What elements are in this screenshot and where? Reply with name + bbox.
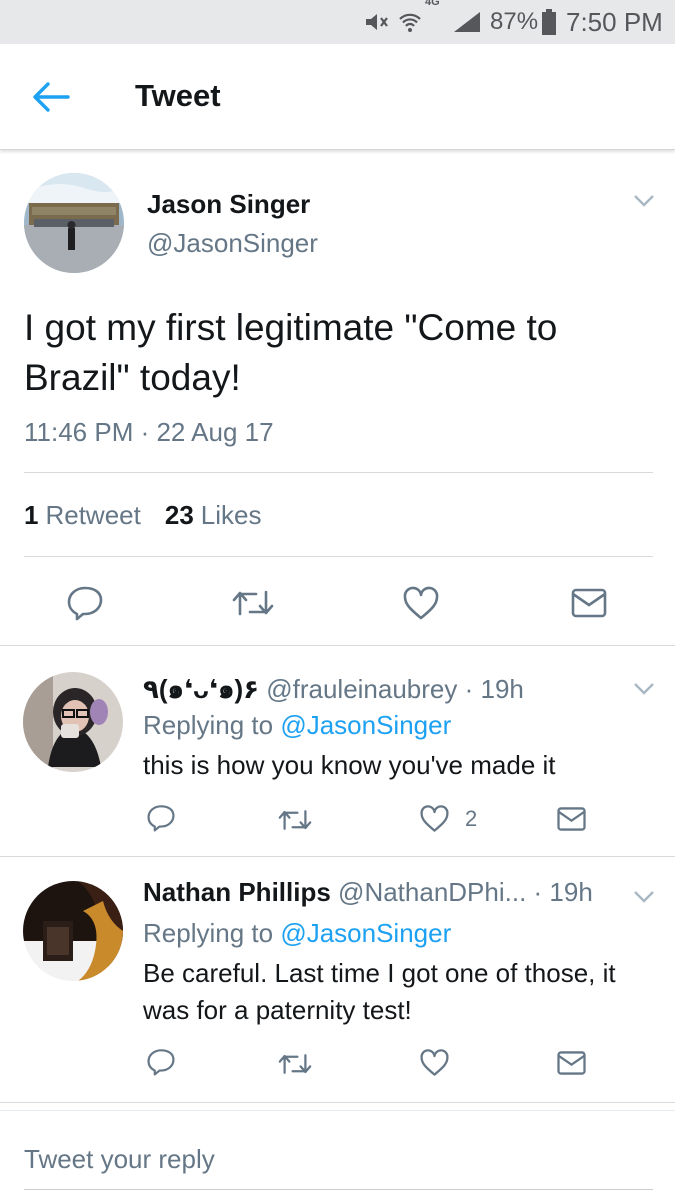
arrow-left-icon[interactable] — [30, 80, 74, 114]
chevron-down-icon[interactable] — [633, 682, 657, 698]
mention-link[interactable]: @JasonSinger — [280, 710, 451, 740]
wifi-icon — [398, 0, 422, 44]
mention-link[interactable]: @JasonSinger — [280, 918, 451, 948]
compose-placeholder: Tweet your reply — [24, 1144, 215, 1174]
retweet-icon[interactable] — [277, 808, 313, 837]
battery-icon — [542, 0, 556, 44]
chevron-down-icon[interactable] — [633, 890, 657, 906]
retweet-stat[interactable]: 1 Retweet — [24, 500, 141, 531]
avatar[interactable] — [23, 672, 123, 772]
avatar[interactable] — [23, 881, 123, 981]
like-label: Likes — [200, 500, 262, 530]
like-icon[interactable] — [419, 804, 450, 838]
like-icon[interactable] — [419, 1048, 450, 1082]
retweet-icon[interactable] — [231, 588, 275, 623]
divider — [0, 856, 675, 857]
replying-label: Replying to — [143, 918, 274, 948]
avatar[interactable] — [24, 173, 124, 273]
divider — [0, 1110, 675, 1111]
reply-author-handle[interactable]: @NathanDPhi... — [338, 877, 526, 907]
author-handle[interactable]: @JasonSinger — [147, 228, 318, 259]
message-icon[interactable] — [556, 1050, 587, 1081]
page-title: Tweet — [135, 78, 221, 113]
replying-to: Replying to @JasonSinger — [143, 918, 451, 949]
mute-icon — [363, 0, 389, 44]
retweet-icon[interactable] — [277, 1052, 313, 1081]
divider — [24, 472, 653, 473]
reply-icon[interactable] — [146, 1048, 176, 1081]
reply-compose-input[interactable]: Tweet your reply — [24, 1138, 653, 1190]
battery-percent: 87% — [490, 8, 539, 35]
divider — [0, 645, 675, 646]
tweet-text: I got my first legitimate "Come to Brazi… — [24, 307, 558, 398]
reply-like-count: 2 — [465, 806, 478, 831]
app-header: Tweet — [0, 44, 675, 150]
reply-author-handle[interactable]: @frauleinaubrey — [266, 674, 457, 704]
message-icon[interactable] — [556, 806, 587, 837]
reply-timestamp: · 19h — [464, 674, 524, 704]
reply-header: Nathan Phillips @NathanDPhi... · 19h — [143, 877, 593, 908]
status-bar: 4G 87% 7:50 PM — [0, 0, 675, 44]
reply-author-name[interactable]: Nathan Phillips — [143, 877, 331, 907]
clock: 7:50 PM — [566, 6, 663, 37]
replying-to: Replying to @JasonSinger — [143, 710, 451, 741]
like-count: 23 — [164, 500, 194, 530]
reply-author-name[interactable]: ٩(๑❛ᴗ❛๑)۶ — [143, 674, 259, 704]
tweet-timestamp: 11:46 PM · 22 Aug 17 — [24, 417, 274, 447]
divider — [0, 1102, 675, 1103]
tweet-stats: 1 Retweet 23 Likes — [24, 500, 261, 531]
reply-header: ٩(๑❛ᴗ❛๑)۶ @frauleinaubrey · 19h — [143, 669, 524, 710]
author-name[interactable]: Jason Singer — [147, 189, 310, 220]
like-icon[interactable] — [402, 585, 440, 626]
reply-timestamp: · 19h — [533, 877, 593, 907]
signal-icon — [452, 0, 482, 44]
retweet-label: Retweet — [45, 500, 141, 530]
retweet-count: 1 — [24, 500, 39, 530]
replying-label: Replying to — [143, 710, 274, 740]
message-icon[interactable] — [570, 587, 608, 624]
chevron-down-icon[interactable] — [633, 194, 657, 210]
like-stat[interactable]: 23 Likes — [165, 500, 262, 531]
reply-text: this is how you know you've made it — [143, 750, 556, 780]
network-type: 4G — [425, 0, 440, 8]
divider — [24, 556, 653, 557]
reply-icon[interactable] — [146, 804, 176, 837]
reply-icon[interactable] — [66, 585, 104, 626]
reply-text: Be careful. Last time I got one of those… — [143, 958, 616, 1025]
